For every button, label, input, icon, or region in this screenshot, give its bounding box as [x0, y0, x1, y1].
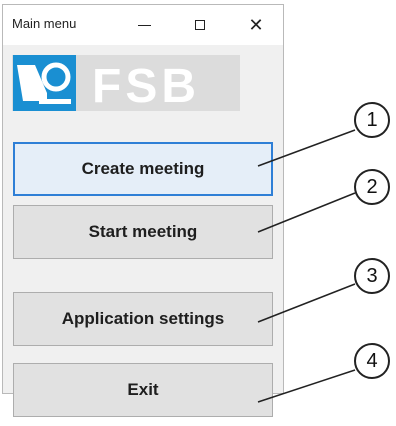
- callout-lines: [257, 129, 356, 403]
- callout-2: 2: [354, 169, 390, 205]
- callout-4: 4: [354, 343, 390, 379]
- callout-3: 3: [354, 258, 390, 294]
- callout-1: 1: [354, 102, 390, 138]
